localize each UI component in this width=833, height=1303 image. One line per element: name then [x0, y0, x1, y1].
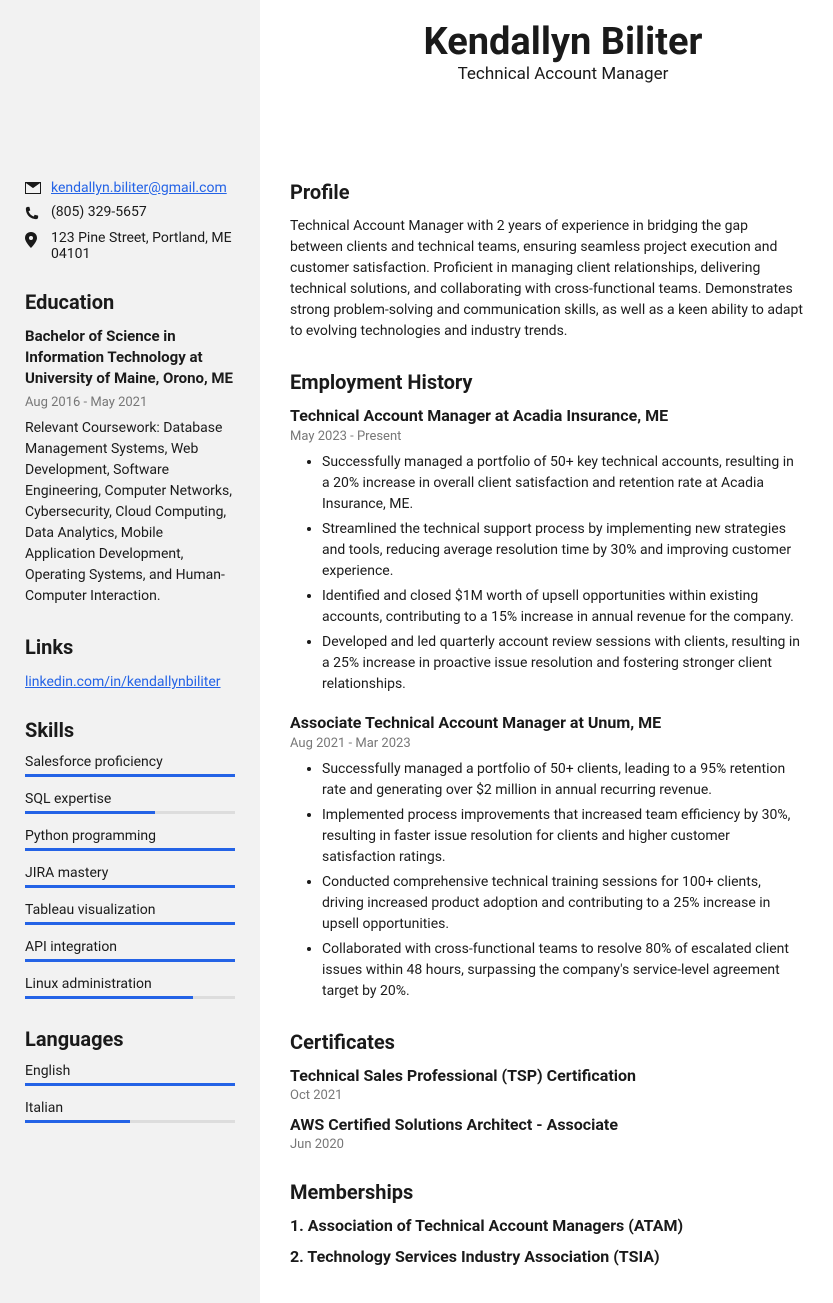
- contact-email: kendallyn.biliter@gmail.com: [25, 180, 235, 198]
- job-item: Technical Account Manager at Acadia Insu…: [290, 406, 803, 695]
- skills-heading: Skills: [25, 718, 235, 742]
- education-heading: Education: [25, 290, 235, 314]
- job-bullets: Successfully managed a portfolio of 50+ …: [294, 759, 803, 1002]
- job-bullet: Implemented process improvements that in…: [322, 805, 803, 868]
- skill-name: Python programming: [25, 828, 235, 844]
- person-name: Kendallyn Biliter: [323, 20, 803, 64]
- skill-bar-fill: [25, 922, 235, 925]
- job-bullet: Identified and closed $1M worth of upsel…: [322, 586, 803, 628]
- languages-heading: Languages: [25, 1027, 235, 1051]
- memberships-heading: Memberships: [290, 1180, 803, 1204]
- address-text: 123 Pine Street, Portland, ME 04101: [51, 230, 235, 262]
- job-dates: Aug 2021 - Mar 2023: [290, 736, 803, 751]
- membership-item: 1. Association of Technical Account Mana…: [290, 1216, 803, 1235]
- language-bar: [25, 1120, 235, 1123]
- skill-bar: [25, 885, 235, 888]
- header: Kendallyn Biliter Technical Account Mana…: [323, 20, 803, 84]
- cert-title: AWS Certified Solutions Architect - Asso…: [290, 1115, 803, 1134]
- job-bullet: Successfully managed a portfolio of 50+ …: [322, 759, 803, 801]
- skill-bar: [25, 959, 235, 962]
- job-bullet: Conducted comprehensive technical traini…: [322, 872, 803, 935]
- skill-name: JIRA mastery: [25, 865, 235, 881]
- language-bar-fill: [25, 1083, 235, 1086]
- skill-name: Salesforce proficiency: [25, 754, 235, 770]
- skill-bar-fill: [25, 885, 235, 888]
- skill-item: Tableau visualization: [25, 902, 235, 925]
- link-item: linkedin.com/in/kendallynbiliter: [25, 671, 235, 690]
- certificates-heading: Certificates: [290, 1030, 803, 1054]
- education-section: Education Bachelor of Science in Informa…: [25, 290, 235, 607]
- phone-text: (805) 329-5657: [51, 204, 147, 220]
- person-title: Technical Account Manager: [323, 64, 803, 84]
- skill-bar: [25, 922, 235, 925]
- language-bar-fill: [25, 1120, 130, 1123]
- skill-name: Linux administration: [25, 976, 235, 992]
- education-desc: Relevant Coursework: Database Management…: [25, 418, 235, 607]
- skill-item: SQL expertise: [25, 791, 235, 814]
- skill-bar-fill: [25, 774, 235, 777]
- language-item: Italian: [25, 1100, 235, 1123]
- location-icon: [25, 232, 41, 252]
- skill-bar-fill: [25, 959, 235, 962]
- employment-heading: Employment History: [290, 370, 803, 394]
- skill-name: API integration: [25, 939, 235, 955]
- certificates-section: Certificates Technical Sales Professiona…: [290, 1030, 803, 1152]
- profile-text: Technical Account Manager with 2 years o…: [290, 216, 803, 342]
- education-dates: Aug 2016 - May 2021: [25, 395, 235, 410]
- linkedin-link[interactable]: linkedin.com/in/kendallynbiliter: [25, 674, 221, 690]
- memberships-section: Memberships 1. Association of Technical …: [290, 1180, 803, 1266]
- skill-name: Tableau visualization: [25, 902, 235, 918]
- links-section: Links linkedin.com/in/kendallynbiliter: [25, 635, 235, 690]
- cert-item: AWS Certified Solutions Architect - Asso…: [290, 1115, 803, 1152]
- profile-heading: Profile: [290, 180, 803, 204]
- membership-item: 2. Technology Services Industry Associat…: [290, 1247, 803, 1266]
- skill-item: Salesforce proficiency: [25, 754, 235, 777]
- skill-bar: [25, 996, 235, 999]
- cert-date: Oct 2021: [290, 1088, 803, 1103]
- employment-section: Employment History Technical Account Man…: [290, 370, 803, 1002]
- resume-page: Kendallyn Biliter Technical Account Mana…: [0, 0, 833, 1303]
- sidebar: kendallyn.biliter@gmail.com (805) 329-56…: [0, 0, 260, 1303]
- education-degree: Bachelor of Science in Information Techn…: [25, 326, 235, 389]
- job-title: Associate Technical Account Manager at U…: [290, 713, 803, 732]
- job-title: Technical Account Manager at Acadia Insu…: [290, 406, 803, 425]
- job-bullets: Successfully managed a portfolio of 50+ …: [294, 452, 803, 695]
- language-bar: [25, 1083, 235, 1086]
- skill-bar-fill: [25, 811, 155, 814]
- links-heading: Links: [25, 635, 235, 659]
- skill-name: SQL expertise: [25, 791, 235, 807]
- skill-bar-fill: [25, 848, 235, 851]
- skill-item: API integration: [25, 939, 235, 962]
- contact-address: 123 Pine Street, Portland, ME 04101: [25, 230, 235, 262]
- skill-bar-fill: [25, 996, 193, 999]
- skill-item: Linux administration: [25, 976, 235, 999]
- email-link[interactable]: kendallyn.biliter@gmail.com: [51, 180, 227, 196]
- skill-bar: [25, 811, 235, 814]
- job-bullet: Streamlined the technical support proces…: [322, 519, 803, 582]
- skill-bar: [25, 774, 235, 777]
- skill-bar: [25, 848, 235, 851]
- skill-item: Python programming: [25, 828, 235, 851]
- language-name: English: [25, 1063, 235, 1079]
- job-bullet: Collaborated with cross-functional teams…: [322, 939, 803, 1002]
- language-name: Italian: [25, 1100, 235, 1116]
- job-dates: May 2023 - Present: [290, 429, 803, 444]
- skill-item: JIRA mastery: [25, 865, 235, 888]
- email-icon: [25, 182, 41, 198]
- cert-date: Jun 2020: [290, 1137, 803, 1152]
- profile-section: Profile Technical Account Manager with 2…: [290, 180, 803, 342]
- cert-title: Technical Sales Professional (TSP) Certi…: [290, 1066, 803, 1085]
- job-item: Associate Technical Account Manager at U…: [290, 713, 803, 1002]
- job-bullet: Successfully managed a portfolio of 50+ …: [322, 452, 803, 515]
- cert-item: Technical Sales Professional (TSP) Certi…: [290, 1066, 803, 1103]
- skills-section: Skills Salesforce proficiency SQL experti…: [25, 718, 235, 999]
- contact-phone: (805) 329-5657: [25, 204, 235, 224]
- language-item: English: [25, 1063, 235, 1086]
- main-content: Profile Technical Account Manager with 2…: [260, 0, 833, 1303]
- phone-icon: [25, 206, 41, 224]
- languages-section: Languages English Italian: [25, 1027, 235, 1123]
- job-bullet: Developed and led quarterly account revi…: [322, 632, 803, 695]
